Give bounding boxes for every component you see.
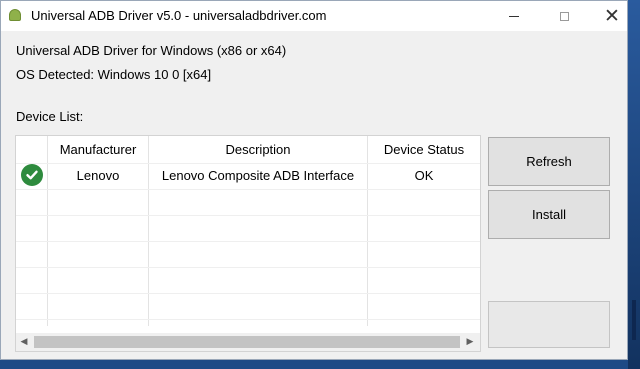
device-list-label: Device List: <box>16 109 84 124</box>
grid-row-divider <box>16 215 480 216</box>
title-bar[interactable]: Universal ADB Driver v5.0 - universaladb… <box>1 1 627 31</box>
driver-info-label: Universal ADB Driver for Windows (x86 or… <box>16 43 287 58</box>
minimize-button[interactable] <box>491 1 537 31</box>
cell-manufacturer[interactable]: Lenovo <box>48 163 148 188</box>
column-header-manufacturer[interactable]: Manufacturer <box>48 136 148 163</box>
close-icon: ✕ <box>604 4 620 27</box>
grid-row-divider <box>16 267 480 268</box>
desktop-background <box>628 0 640 369</box>
refresh-button[interactable]: Refresh <box>488 137 610 186</box>
device-list-grid[interactable]: Manufacturer Description Device Status L… <box>15 135 481 352</box>
grid-row-divider <box>16 319 480 320</box>
install-button[interactable]: Install <box>488 190 610 239</box>
scroll-left-icon[interactable]: ◀ <box>16 333 32 351</box>
minimize-icon <box>509 15 519 17</box>
grid-row-divider <box>16 293 480 294</box>
maximize-icon <box>559 11 569 21</box>
cell-description[interactable]: Lenovo Composite ADB Interface <box>149 163 367 188</box>
os-detected-label: OS Detected: Windows 10 0 [x64] <box>16 67 212 82</box>
check-circle-icon <box>21 164 43 186</box>
blank-button[interactable] <box>488 301 610 348</box>
horizontal-scrollbar[interactable]: ◀ ▶ <box>16 333 480 351</box>
grid-row-divider <box>16 189 480 190</box>
app-window: Universal ADB Driver v5.0 - universaladb… <box>0 0 628 360</box>
android-app-icon <box>9 9 21 21</box>
column-header-description[interactable]: Description <box>149 136 367 163</box>
column-header-device-status[interactable]: Device Status <box>368 136 480 163</box>
maximize-button[interactable] <box>541 1 587 31</box>
cell-device-status[interactable]: OK <box>368 163 480 188</box>
scroll-right-icon[interactable]: ▶ <box>462 333 478 351</box>
scrollbar-thumb[interactable] <box>34 336 460 348</box>
window-title: Universal ADB Driver v5.0 - universaladb… <box>31 8 327 23</box>
grid-row-divider <box>16 241 480 242</box>
